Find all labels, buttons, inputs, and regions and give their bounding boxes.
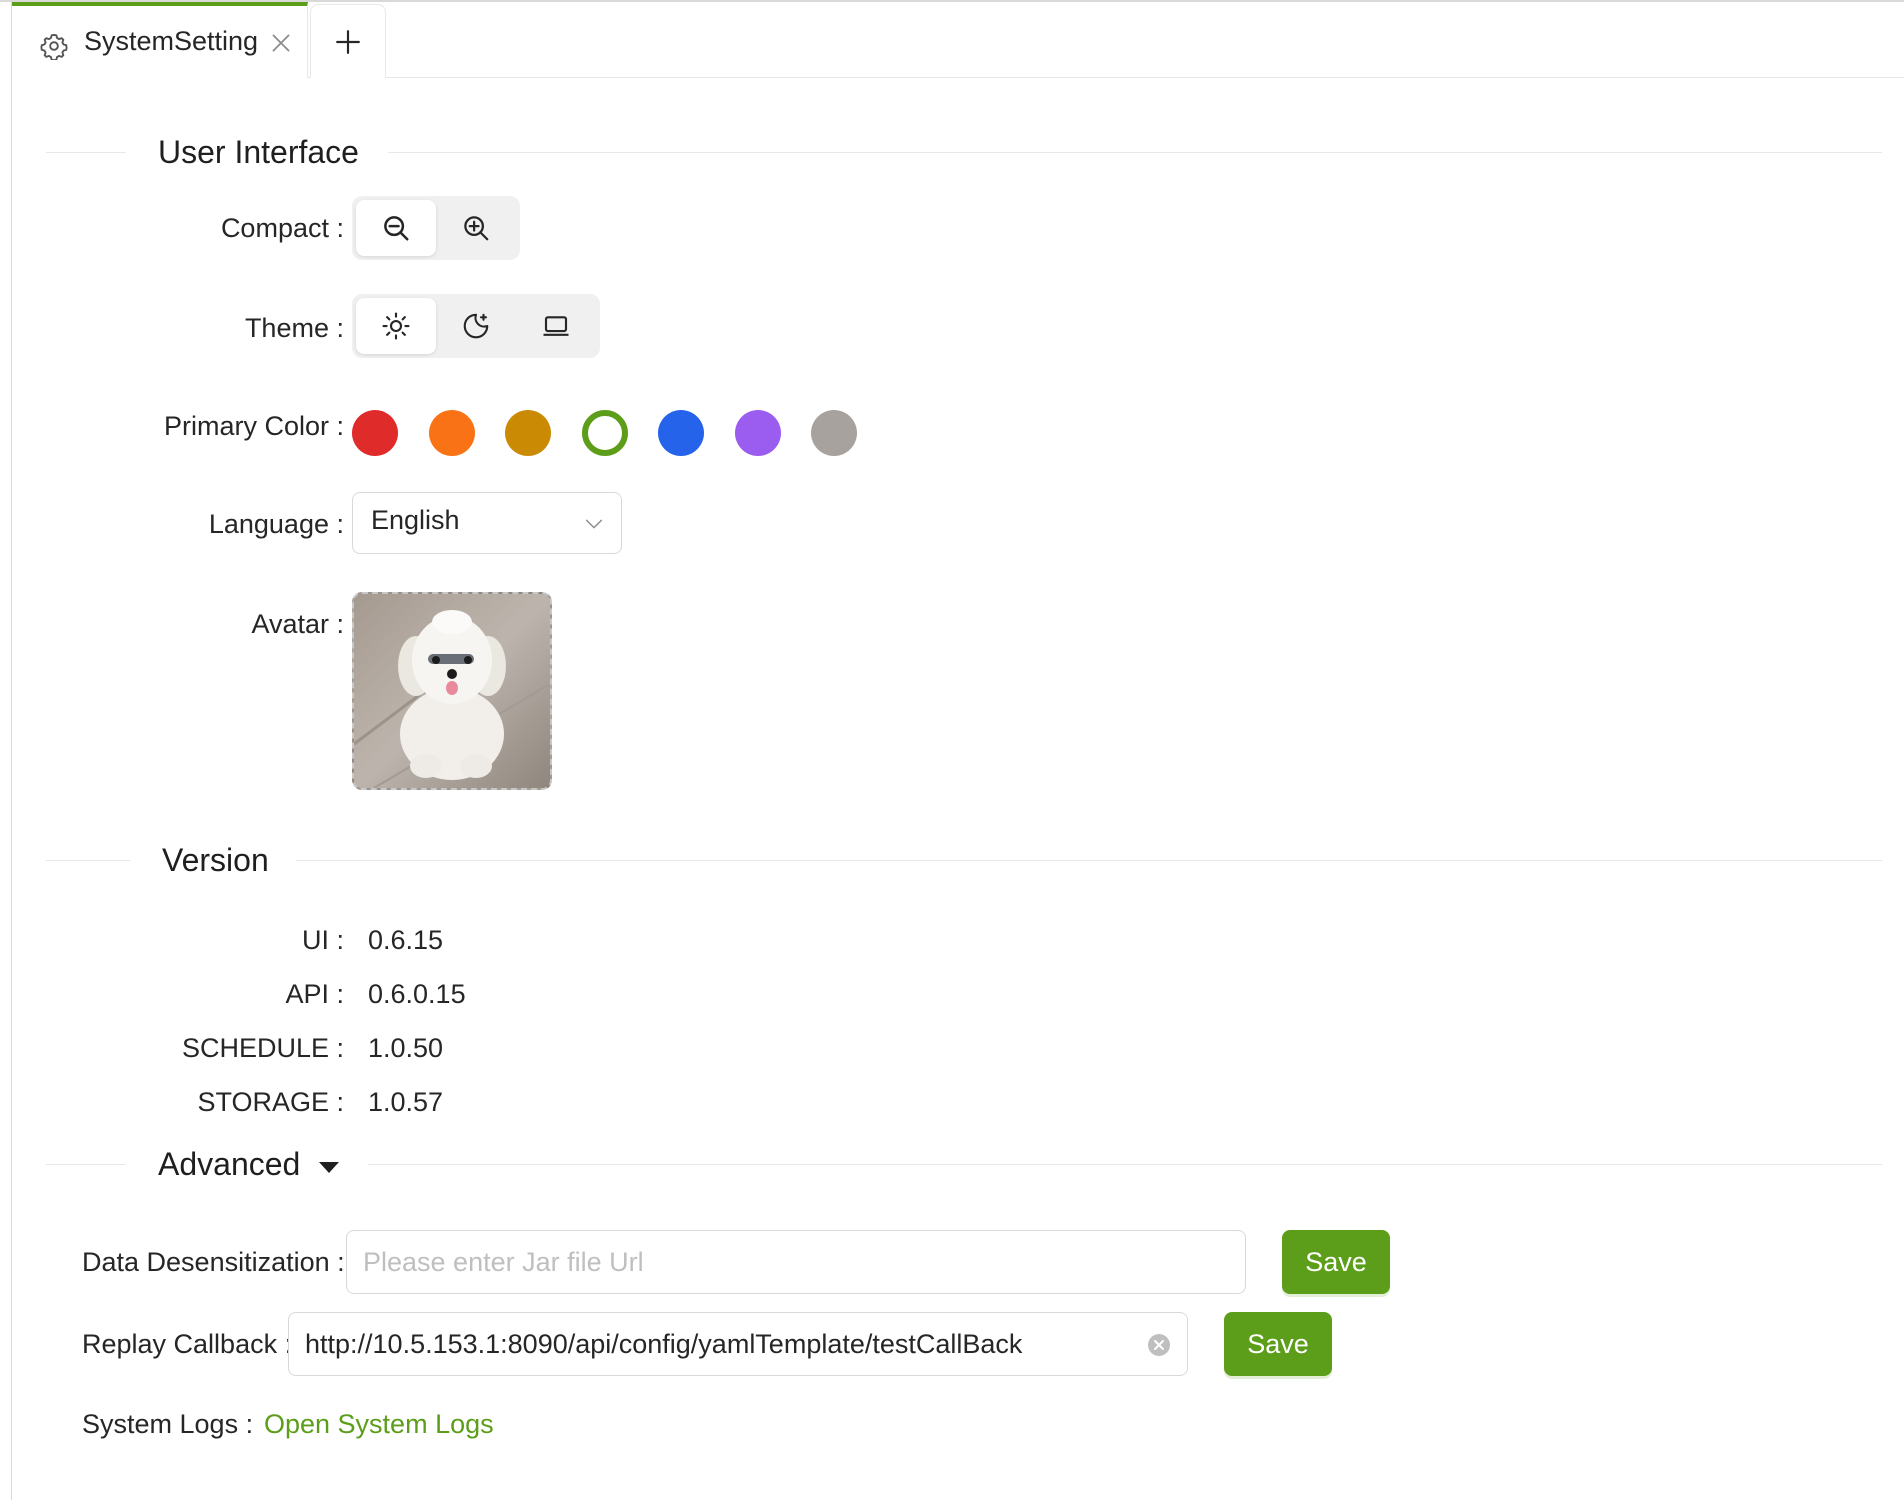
zoom-out-icon — [384, 216, 409, 241]
primary-color-label: Primary Color : — [163, 411, 344, 441]
language-label: Language : — [208, 509, 344, 539]
version-label-ui: UI : — [301, 925, 344, 955]
replay-callback-input[interactable] — [305, 1313, 1125, 1375]
left-border — [11, 2, 12, 1500]
zoom-in-icon — [464, 216, 489, 241]
primary-color-swatch[interactable] — [658, 410, 704, 456]
theme-option-dark[interactable] — [436, 298, 516, 354]
primary-color-swatch[interactable] — [428, 410, 475, 456]
avatar-image — [354, 594, 550, 788]
data-desensitization-label: Data Desensitization : — [82, 1247, 345, 1277]
primary-color-swatch[interactable] — [581, 410, 628, 456]
version-label-storage: STORAGE : — [197, 1087, 344, 1117]
avatar-upload[interactable] — [352, 592, 552, 790]
version-value-schedule: 1.0.50 — [368, 1033, 444, 1063]
compact-label: Compact : — [220, 213, 344, 243]
chevron-down-icon — [585, 519, 603, 529]
section-divider-advanced: Advanced — [46, 1144, 1882, 1184]
tab-system-setting[interactable]: SystemSetting — [12, 2, 308, 78]
version-label-api: API : — [285, 979, 344, 1009]
tab-label: SystemSetting — [84, 26, 259, 56]
data-desensitization-input[interactable] — [363, 1231, 1223, 1293]
advanced-toggle[interactable]: Advanced — [158, 1144, 341, 1184]
replay-callback-label: Replay Callback : — [82, 1329, 293, 1359]
primary-color-swatch[interactable] — [811, 410, 857, 456]
plus-icon — [336, 30, 360, 54]
version-value-storage: 1.0.57 — [368, 1087, 444, 1117]
theme-label: Theme : — [244, 313, 344, 343]
section-title-version: Version — [162, 842, 269, 878]
caret-down-icon — [319, 1161, 340, 1173]
gear-icon — [40, 32, 68, 62]
laptop-icon — [543, 316, 569, 336]
system-setting-page: SystemSetting User Interface Compact : T… — [0, 0, 1904, 1500]
theme-option-light[interactable] — [356, 298, 436, 354]
version-value-ui: 0.6.15 — [368, 925, 444, 955]
section-divider-version: Version — [46, 840, 1882, 880]
version-label-schedule: SCHEDULE : — [181, 1033, 344, 1063]
add-tab-button[interactable] — [310, 4, 386, 78]
avatar-label: Avatar : — [251, 609, 344, 639]
tab-bar: SystemSetting — [12, 2, 1904, 78]
primary-color-swatch[interactable] — [505, 410, 551, 456]
open-system-logs-link[interactable]: Open System Logs — [264, 1406, 494, 1442]
primary-color-swatch[interactable] — [352, 410, 398, 456]
compact-option-zoom-out[interactable] — [356, 200, 436, 256]
section-title-user-interface: User Interface — [158, 134, 359, 170]
language-select[interactable]: English — [352, 492, 622, 554]
system-logs-label: System Logs : — [82, 1409, 254, 1439]
primary-color-swatch[interactable] — [734, 410, 781, 456]
compact-segmented — [352, 196, 520, 260]
compact-option-zoom-in[interactable] — [436, 200, 516, 256]
data-desensitization-field[interactable] — [346, 1230, 1246, 1294]
language-select-value: English — [371, 505, 460, 535]
clear-icon[interactable] — [1147, 1333, 1171, 1357]
replay-callback-field[interactable] — [288, 1312, 1188, 1376]
theme-segmented — [352, 294, 600, 358]
sun-icon — [382, 312, 410, 340]
save-replay-callback-button[interactable]: Save — [1224, 1312, 1332, 1376]
section-divider-user-interface: User Interface — [46, 132, 1882, 172]
theme-option-system[interactable] — [516, 298, 596, 354]
close-icon[interactable] — [268, 30, 294, 56]
moon-icon — [463, 313, 489, 339]
save-desensitization-button[interactable]: Save — [1282, 1230, 1390, 1294]
version-value-api: 0.6.0.15 — [368, 979, 466, 1009]
